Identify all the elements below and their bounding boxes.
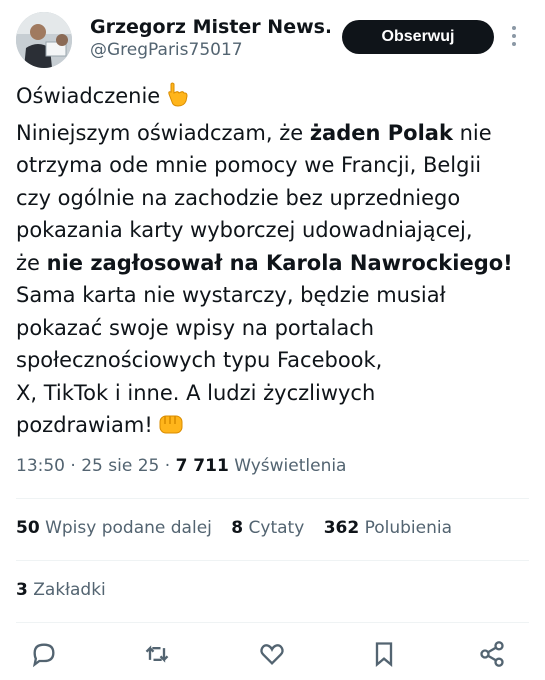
bookmarks-stat[interactable]: 3 Zakładki bbox=[16, 580, 106, 600]
separator-dot: · bbox=[164, 456, 176, 476]
divider bbox=[16, 622, 529, 623]
author-names: Grzegorz Mister News... @GregParis75017 bbox=[90, 16, 330, 60]
more-options-icon[interactable] bbox=[510, 26, 518, 50]
tweet-line: pozdrawiam! bbox=[16, 409, 529, 446]
divider bbox=[16, 498, 529, 499]
reply-icon[interactable] bbox=[30, 640, 58, 668]
tweet-line: Oświadczenie bbox=[16, 80, 529, 117]
engagement-stats: 50 Wpisy podane dalej 8 Cytaty 362 Polub… bbox=[16, 518, 452, 538]
pointing-down-emoji-icon bbox=[164, 81, 190, 117]
tweet-line: pokazać swoje wpisy na portalach bbox=[16, 315, 375, 340]
quotes-stat[interactable]: 8 Cytaty bbox=[231, 518, 304, 538]
tweet-text: Oświadczenie Niniejszym oświadczam, że ż… bbox=[16, 80, 529, 446]
tweet-date[interactable]: 25 sie 25 bbox=[81, 456, 159, 476]
heart-icon[interactable] bbox=[258, 640, 286, 668]
tweet-line: pokazania karty wyborczej udowadniającej… bbox=[16, 218, 473, 242]
divider bbox=[16, 560, 529, 561]
share-icon[interactable] bbox=[478, 640, 506, 668]
tweet-line: otrzyma ode mnie pomocy we Francji, Belg… bbox=[16, 153, 482, 177]
display-name[interactable]: Grzegorz Mister News... bbox=[90, 16, 330, 38]
tweet-line: czy ogólnie na zachodzie bez uprzedniego bbox=[16, 185, 461, 210]
likes-stat[interactable]: 362 Polubienia bbox=[324, 518, 452, 538]
tweet-title: Oświadczenie bbox=[16, 84, 161, 108]
fist-emoji-icon bbox=[157, 410, 185, 446]
views-label: Wyświetlenia bbox=[234, 456, 347, 476]
tweet-line: że nie zagłosował na Karola Nawrockiego! bbox=[16, 250, 513, 275]
tweet-line: Sama karta nie wystarczy, będzie musiał bbox=[16, 283, 446, 307]
repost-icon[interactable] bbox=[143, 640, 171, 668]
handle[interactable]: @GregParis75017 bbox=[90, 40, 330, 60]
tweet-line: Niniejszym oświadczam, że żaden Polak ni… bbox=[16, 120, 492, 145]
follow-button[interactable]: Obserwuj bbox=[342, 20, 494, 54]
reposts-stat[interactable]: 50 Wpisy podane dalej bbox=[16, 518, 212, 538]
tweet-time[interactable]: 13:50 bbox=[16, 456, 65, 476]
avatar[interactable] bbox=[16, 12, 72, 68]
tweet-meta: 13:50 · 25 sie 25 · 7 711 Wyświetlenia bbox=[16, 456, 346, 476]
action-bar bbox=[30, 640, 510, 672]
separator-dot: · bbox=[70, 456, 82, 476]
tweet-line: X, TikTok i inne. A ludzi życzliwych bbox=[16, 380, 376, 405]
tweet-header: Grzegorz Mister News... @GregParis75017 … bbox=[16, 12, 529, 72]
tweet-line: społecznościowych typu Facebook, bbox=[16, 348, 383, 372]
views-count: 7 711 bbox=[175, 456, 229, 476]
bookmark-icon[interactable] bbox=[370, 640, 398, 668]
